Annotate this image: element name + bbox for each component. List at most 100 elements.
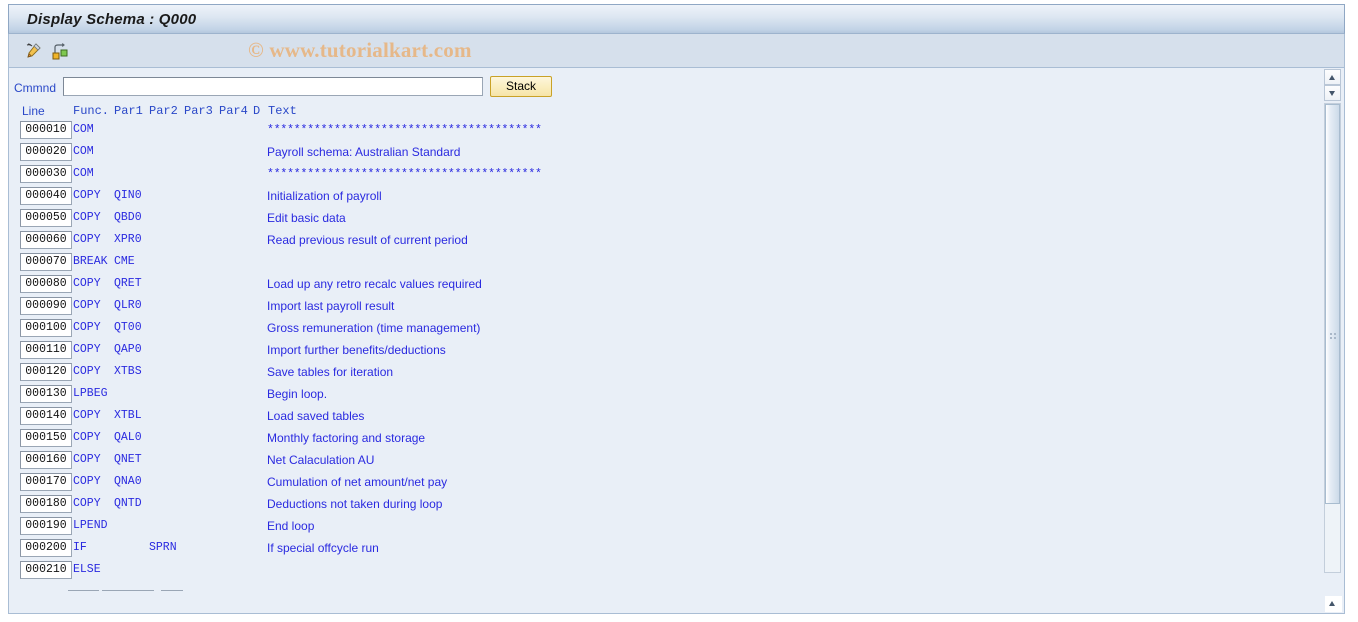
- row-function: COPY: [73, 343, 101, 356]
- row-function: COPY: [73, 277, 101, 290]
- scroll-down-button[interactable]: [1324, 85, 1341, 101]
- chevron-down-icon: [1329, 91, 1335, 96]
- table-row[interactable]: 000130 LPBEG Begin loop.: [9, 384, 1319, 406]
- row-par1: QLR0: [114, 299, 142, 312]
- row-line-number[interactable]: 000170: [20, 473, 72, 491]
- row-text: Begin loop.: [267, 387, 328, 401]
- row-function: LPBEG: [73, 387, 108, 400]
- row-line-number[interactable]: 000110: [20, 341, 72, 359]
- row-line-number[interactable]: 000090: [20, 297, 72, 315]
- scrollbar-thumb[interactable]: [1325, 104, 1340, 504]
- table-row[interactable]: 000120 COPY XTBS Save tables for iteration: [9, 362, 1319, 384]
- site-watermark: © www.tutorialkart.com: [248, 38, 472, 62]
- application-toolbar: [8, 34, 1345, 68]
- row-function: COPY: [73, 475, 101, 488]
- row-text: Edit basic data: [267, 211, 346, 225]
- table-row[interactable]: 000200 IF SPRN If special offcycle run: [9, 538, 1319, 560]
- table-row[interactable]: 000110 COPY QAP0 Import further benefits/de…: [9, 340, 1319, 362]
- row-function: COM: [73, 145, 94, 158]
- row-text: Cumulation of net amount/net pay: [267, 475, 448, 489]
- table-row[interactable]: 000050 COPY QBD0 Edit basic data: [9, 208, 1319, 230]
- row-line-number[interactable]: 000150: [20, 429, 72, 447]
- row-line-number[interactable]: 000120: [20, 363, 72, 381]
- row-function: COM: [73, 167, 94, 180]
- row-line-number[interactable]: 000040: [20, 187, 72, 205]
- row-function: COPY: [73, 189, 101, 202]
- table-row[interactable]: 000170 COPY QNA0 Cumulation of net amount/n…: [9, 472, 1319, 494]
- command-row: Cmmnd Stack: [9, 76, 1319, 102]
- row-par1: QNA0: [114, 475, 142, 488]
- row-line-number[interactable]: 000100: [20, 319, 72, 337]
- row-par1: QT00: [114, 321, 142, 334]
- row-function: ELSE: [73, 563, 101, 576]
- row-line-number[interactable]: 000010: [20, 121, 72, 139]
- table-row[interactable]: 000150 COPY QAL0 Monthly factoring and stor…: [9, 428, 1319, 450]
- table-row[interactable]: 000180 COPY QNTD Deductions not taken durin…: [9, 494, 1319, 516]
- row-function: COPY: [73, 431, 101, 444]
- row-par1: QNTD: [114, 497, 142, 510]
- row-line-number[interactable]: 000060: [20, 231, 72, 249]
- row-line-number[interactable]: 000080: [20, 275, 72, 293]
- row-text: Load up any retro recalc values required: [267, 277, 482, 291]
- row-line-number[interactable]: 000190: [20, 517, 72, 535]
- stack-button[interactable]: Stack: [490, 76, 552, 97]
- row-text: Payroll schema: Australian Standard: [267, 145, 461, 159]
- row-par1: QRET: [114, 277, 142, 290]
- table-row[interactable]: 000090 COPY QLR0 Import last payroll result: [9, 296, 1319, 318]
- table-row[interactable]: 000190 LPEND End loop: [9, 516, 1319, 538]
- row-text: Save tables for iteration: [267, 365, 394, 379]
- table-row[interactable]: 000210 ELSE: [9, 560, 1319, 582]
- window-title-bar: Display Schema : Q000: [8, 4, 1345, 34]
- scrollbar-track[interactable]: [1324, 103, 1341, 573]
- partial-row-marks: [9, 590, 409, 600]
- chevron-up-icon: [1329, 75, 1335, 80]
- table-row[interactable]: 000070 BREAK CME: [9, 252, 1319, 274]
- row-par1: QAL0: [114, 431, 142, 444]
- row-line-number[interactable]: 000140: [20, 407, 72, 425]
- row-text: Net Calaculation AU: [267, 453, 375, 467]
- row-line-number[interactable]: 000160: [20, 451, 72, 469]
- table-row[interactable]: 000100 COPY QT00 Gross remuneration (time m…: [9, 318, 1319, 340]
- scroll-up-button[interactable]: [1324, 69, 1341, 85]
- table-row[interactable]: 000080 COPY QRET Load up any retro recalc v…: [9, 274, 1319, 296]
- table-row[interactable]: 000140 COPY XTBL Load saved tables: [9, 406, 1319, 428]
- table-row[interactable]: 000060 COPY XPR0 Read previous result of cu…: [9, 230, 1319, 252]
- column-header-par4: Par4: [219, 104, 248, 118]
- row-par1: QBD0: [114, 211, 142, 224]
- row-function: COPY: [73, 365, 101, 378]
- edit-pen-icon[interactable]: [24, 41, 44, 61]
- row-text: Import last payroll result: [267, 299, 395, 313]
- row-line-number[interactable]: 000070: [20, 253, 72, 271]
- row-function: COPY: [73, 233, 101, 246]
- vertical-scrollbar[interactable]: [1324, 68, 1342, 614]
- table-row[interactable]: 000010 COM *******************************…: [9, 120, 1319, 142]
- structure-icon[interactable]: [50, 41, 70, 61]
- row-text: Initialization of payroll: [267, 189, 382, 203]
- row-line-number[interactable]: 000050: [20, 209, 72, 227]
- row-line-number[interactable]: 000200: [20, 539, 72, 557]
- row-line-number[interactable]: 000030: [20, 165, 72, 183]
- row-function: IF: [73, 541, 87, 554]
- table-row[interactable]: 000020 COM Payroll schema: Australian Stan…: [9, 142, 1319, 164]
- page-title: Display Schema : Q000: [27, 11, 197, 28]
- row-line-number[interactable]: 000180: [20, 495, 72, 513]
- table-row[interactable]: 000040 COPY QIN0 Initialization of payroll: [9, 186, 1319, 208]
- row-function: COPY: [73, 409, 101, 422]
- row-par1: QAP0: [114, 343, 142, 356]
- row-function: COM: [73, 123, 94, 136]
- row-function: COPY: [73, 497, 101, 510]
- column-header-line: Line: [22, 104, 45, 118]
- column-header-par2: Par2: [149, 104, 178, 118]
- row-line-number[interactable]: 000020: [20, 143, 72, 161]
- row-function: COPY: [73, 321, 101, 334]
- row-function: COPY: [73, 211, 101, 224]
- table-row[interactable]: 000030 COM *******************************…: [9, 164, 1319, 186]
- scroll-bottom-arrow-button[interactable]: [1325, 596, 1342, 612]
- table-row[interactable]: 000160 COPY QNET Net Calaculation AU: [9, 450, 1319, 472]
- row-line-number[interactable]: 000130: [20, 385, 72, 403]
- row-text: ****************************************…: [267, 124, 542, 137]
- row-par1: QIN0: [114, 189, 142, 202]
- row-text: Read previous result of current period: [267, 233, 468, 247]
- row-line-number[interactable]: 000210: [20, 561, 72, 579]
- command-input[interactable]: [63, 77, 483, 96]
